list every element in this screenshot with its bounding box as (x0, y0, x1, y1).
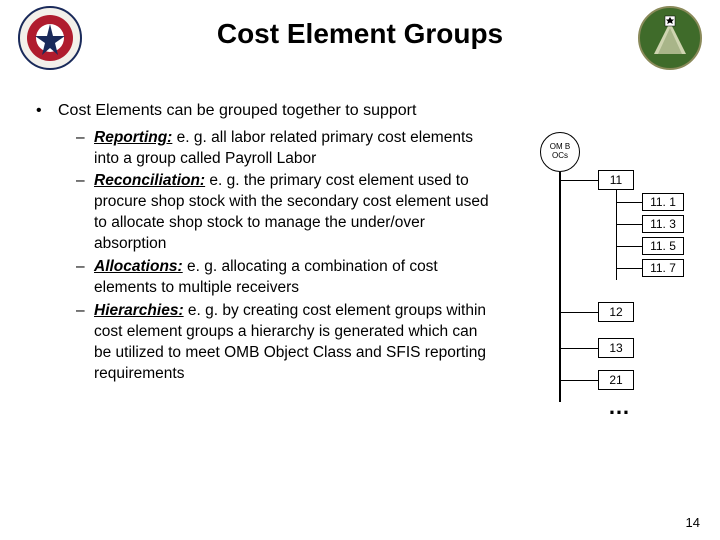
subitem-allocations: Allocations: e. g. allocating a combinat… (94, 257, 496, 299)
diagram-node-11-5: 11. 5 (642, 237, 684, 255)
diagram-node-21: 21 (598, 370, 634, 390)
diagram-node-13: 13 (598, 338, 634, 358)
slide-title: Cost Element Groups (0, 18, 720, 50)
hierarchy-diagram: OM B OCs 11 11. 1 11. 3 11. 5 11. 7 12 1… (530, 132, 700, 432)
subitem-hierarchies: Hierarchies: e. g. by creating cost elem… (94, 301, 496, 385)
subitem-reporting: Reporting: e. g. all labor related prima… (94, 128, 496, 170)
bullet-text: Cost Elements can be grouped together to… (58, 100, 496, 122)
subitem-reconciliation: Reconciliation: e. g. the primary cost e… (94, 171, 496, 255)
dash-marker: – (76, 301, 94, 385)
diagram-root: OM B OCs (540, 132, 580, 172)
dash-marker: – (76, 128, 94, 170)
dash-marker: – (76, 171, 94, 255)
body-content: • Cost Elements can be grouped together … (36, 100, 496, 387)
diagram-node-11: 11 (598, 170, 634, 190)
diagram-node-11-7: 11. 7 (642, 259, 684, 277)
bullet-marker: • (36, 100, 58, 122)
dash-marker: – (76, 257, 94, 299)
diagram-ellipsis: … (608, 394, 634, 420)
diagram-node-11-1: 11. 1 (642, 193, 684, 211)
diagram-node-11-3: 11. 3 (642, 215, 684, 233)
page-number: 14 (686, 515, 700, 530)
diagram-node-12: 12 (598, 302, 634, 322)
